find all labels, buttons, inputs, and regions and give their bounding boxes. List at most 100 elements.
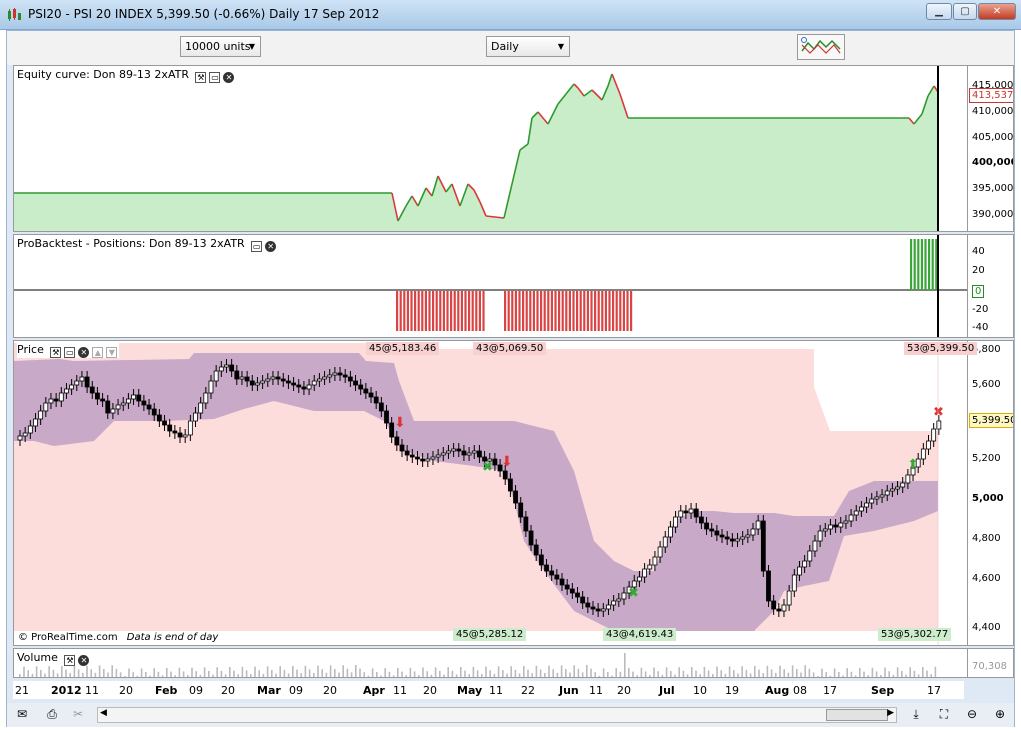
copyright-note: © ProRealTime.com Data is end of day [18, 632, 218, 643]
volume-bar [518, 673, 521, 677]
exit-x-icon: ✖ [933, 405, 944, 420]
volume-bar [825, 672, 827, 677]
date-tick-label: 22 [521, 684, 535, 697]
close-button[interactable]: ✕ [978, 3, 1016, 20]
volume-bar [434, 667, 437, 677]
candle-body [399, 444, 405, 452]
candle-body [595, 608, 601, 612]
candle-body [79, 376, 85, 382]
volume-bar [422, 667, 424, 677]
volume-bar [770, 669, 773, 677]
date-tick-label: 17 [823, 684, 837, 697]
date-tick-label: Mar [257, 684, 281, 697]
wrench-icon[interactable]: ⚒ [64, 655, 76, 666]
candle-body [440, 452, 446, 456]
close-icon[interactable]: ✕ [223, 72, 235, 83]
short-position-bar [576, 291, 579, 331]
print-icon[interactable]: ⎙ [43, 707, 61, 723]
short-position-bar [561, 291, 564, 331]
candle-body [745, 534, 751, 538]
zoom-out-icon[interactable]: ⊖ [963, 707, 981, 723]
volume-bar [934, 666, 937, 677]
candle-body [239, 376, 245, 380]
candle-body [358, 384, 364, 390]
candle-body [471, 450, 477, 454]
volume-bar [703, 666, 706, 677]
price-axis-label: 5,000 [972, 493, 1004, 504]
scroll-left-icon[interactable]: ◀ [100, 708, 107, 718]
volume-bar [833, 668, 836, 677]
volume-bar [287, 673, 290, 677]
window-icon[interactable]: ▭ [209, 72, 221, 83]
volume-bar [19, 674, 21, 677]
short-position-bar [514, 291, 517, 331]
volume-bar [560, 665, 563, 677]
scrollbar-thumb[interactable] [826, 709, 888, 721]
move-up-icon[interactable]: ▲ [92, 347, 104, 358]
volume-bar [464, 670, 466, 677]
period-select[interactable]: Daily ▼ [486, 36, 570, 57]
candle-body [461, 450, 467, 456]
short-position-bar [511, 291, 514, 331]
volume-bar [82, 673, 84, 677]
date-tick-label: 09 [289, 684, 303, 697]
horizontal-scrollbar[interactable]: ◀ ▶ [97, 707, 897, 723]
volume-bar [913, 670, 916, 677]
maximize-button[interactable]: ▢ [953, 3, 977, 20]
candle-body [750, 528, 756, 536]
candle-body [776, 608, 782, 612]
trade-label: 45@5,285.12 [453, 628, 527, 641]
short-position-bar [604, 291, 607, 331]
candle-body [291, 382, 296, 386]
volume-bar [581, 672, 584, 677]
candle-body [110, 408, 116, 414]
candle-body [373, 396, 379, 404]
candle-body [802, 560, 808, 568]
candle-body [755, 520, 761, 530]
trade-label: 43@5,069.50 [473, 342, 547, 355]
move-down-icon[interactable]: ▼ [106, 347, 118, 358]
positions-axis-label: -40 [972, 322, 989, 333]
volume-bar [791, 665, 794, 677]
wrench-icon[interactable]: ⚒ [50, 347, 62, 358]
volume-bar [649, 675, 651, 677]
volume-bar [922, 667, 924, 677]
add-indicator-icon[interactable]: ⤓ [907, 707, 925, 723]
date-tick-label: 20 [119, 684, 133, 697]
zoom-fit-icon[interactable]: ⛶ [935, 707, 953, 723]
candle-body [766, 570, 771, 602]
wrench-icon[interactable]: ⚒ [195, 72, 207, 83]
date-tick-label: Apr [363, 684, 385, 697]
mail-icon[interactable]: ✉ [13, 707, 31, 723]
sell-arrow-icon: ⬇ [394, 415, 406, 431]
volume-bar [842, 675, 844, 677]
trade-label: 45@5,183.46 [366, 342, 440, 355]
candle-body [492, 458, 498, 466]
date-tick-label: 19 [725, 684, 739, 697]
indicator-button[interactable] [797, 34, 845, 60]
volume-bar [905, 674, 907, 677]
volume-bar [670, 671, 672, 677]
minimize-button[interactable]: ▁ [926, 3, 952, 20]
equity-area [14, 74, 938, 231]
candle-body [513, 490, 518, 504]
short-position-bar [622, 291, 625, 331]
volume-bar [590, 668, 592, 677]
chart-toolbar: 10000 units ▼ Daily ▼ [7, 31, 1014, 65]
volume-bar [300, 673, 302, 677]
candle-body [394, 436, 400, 446]
volume-bar [283, 669, 286, 677]
close-icon[interactable]: ✕ [78, 655, 90, 666]
candle-body [105, 400, 111, 414]
close-icon[interactable]: ✕ [265, 241, 277, 252]
volume-bar [812, 672, 815, 677]
scissors-icon[interactable]: ✂ [69, 707, 87, 723]
units-select[interactable]: 10000 units ▼ [180, 36, 261, 57]
scroll-right-icon[interactable]: ▶ [887, 708, 894, 718]
zoom-in-icon[interactable]: ⊕ [991, 707, 1009, 723]
date-tick-label: 20 [221, 684, 235, 697]
window-icon[interactable]: ▭ [251, 241, 263, 252]
long-position-bar [920, 239, 923, 290]
close-icon[interactable]: ✕ [78, 347, 90, 358]
window-icon[interactable]: ▭ [64, 347, 76, 358]
